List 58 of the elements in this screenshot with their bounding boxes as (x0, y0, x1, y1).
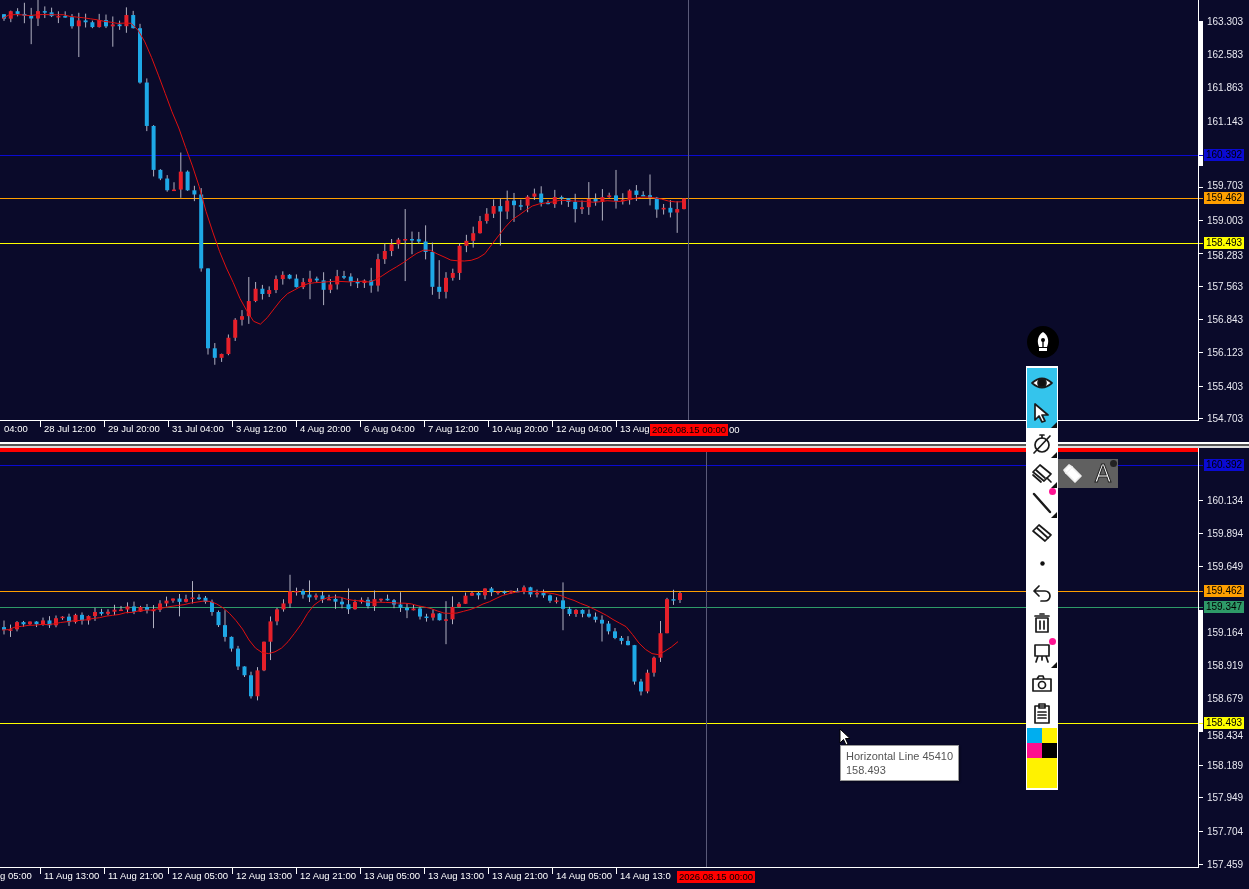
price-tick-label: 159.164 (1207, 627, 1244, 638)
time-label: 14 Aug 05:00 (556, 870, 612, 881)
price-tick-label: 163.303 (1207, 16, 1244, 27)
price-tick-label: 156.123 (1207, 347, 1244, 359)
price-axis[interactable]: 163.303 162.583 161.863 161.143 159.703 159.003 158.283 157.563 156.843 156.123 155.403 154.703 160.392 159.462 158.493 (1198, 0, 1249, 420)
time-label: 29 Jul 20:00 (108, 423, 160, 434)
time-label: 11 Aug 13:00 (44, 870, 100, 881)
price-tick-label: 162.583 (1207, 49, 1244, 61)
time-label: 04:00 (4, 423, 28, 434)
price-label: 160.392 (1204, 149, 1244, 161)
price-tick-label: 157.949 (1207, 792, 1244, 804)
price-tick-label: 159.649 (1207, 561, 1244, 572)
price-label: 158.493 (1204, 237, 1244, 249)
price-label: 159.347 (1204, 601, 1244, 613)
tooltip-text: 158.493 (846, 763, 887, 777)
time-label: 13 Aug 13:00 (428, 870, 484, 881)
price-tick-label: 161.143 (1207, 115, 1244, 127)
price-tick-label: 158.679 (1207, 693, 1244, 704)
price-label: 158.493 (1204, 717, 1244, 729)
price-label: 159.462 (1204, 585, 1244, 597)
price-tick-label: 158.189 (1207, 759, 1244, 771)
price-tick-label: 158.283 (1207, 250, 1244, 261)
price-tick-label: 158.434 (1207, 730, 1244, 741)
time-label: 6 Aug 04:00 (364, 423, 415, 434)
time-label: 7 Aug 12:00 (428, 423, 479, 434)
time-label: 14 Aug 13:0 (620, 870, 671, 881)
price-tick-label: 157.459 (1207, 859, 1244, 870)
time-label: 13 Aug (620, 423, 650, 434)
price-tick-label: 159.894 (1207, 527, 1244, 539)
price-axis[interactable]: 160.134 159.894 159.649 159.164 158.919 158.679 158.434 158.189 157.949 157.704 157.459 160.392 159.462 159.347 158.493 (1198, 448, 1249, 867)
time-label: 11 Aug 21:00 (108, 870, 164, 881)
price-tick-label: 155.403 (1207, 380, 1244, 392)
time-label: 28 Jul 12:00 (44, 423, 96, 434)
time-label: 00 (727, 424, 740, 436)
time-label: g 05:00 (0, 870, 32, 881)
price-label: 160.392 (1204, 459, 1244, 471)
price-tick-label: 158.919 (1207, 660, 1244, 672)
time-label: 13 Aug 21:00 (492, 870, 548, 881)
time-label: 10 Aug 20:00 (492, 423, 548, 434)
price-tick-label: 156.843 (1207, 314, 1244, 326)
tooltip-text: Horizontal Line 45410 (846, 749, 954, 763)
current-time-label: 2026.08.15 00:00 (650, 424, 728, 436)
time-label: 12 Aug 05:00 (172, 870, 228, 881)
price-tick-label: 157.563 (1207, 280, 1244, 292)
time-label: 4 Aug 20:00 (300, 423, 351, 434)
time-label: 31 Jul 04:00 (172, 423, 224, 434)
time-label: 13 Aug 05:00 (364, 870, 420, 881)
time-label: 12 Aug 21:00 (300, 870, 356, 881)
time-label: 3 Aug 12:00 (236, 423, 287, 434)
time-label: 12 Aug 04:00 (556, 423, 612, 434)
price-tick-label: 161.863 (1207, 82, 1244, 94)
current-time-label: 2026.08.15 00:00 (677, 871, 755, 883)
time-label: 12 Aug 13:00 (236, 870, 292, 881)
price-tick-label: 160.134 (1207, 495, 1244, 506)
price-tick-label: 159.703 (1207, 180, 1244, 191)
price-tick-label: 159.003 (1207, 214, 1244, 226)
price-tick-label: 157.704 (1207, 825, 1244, 837)
price-label: 159.462 (1204, 192, 1244, 204)
